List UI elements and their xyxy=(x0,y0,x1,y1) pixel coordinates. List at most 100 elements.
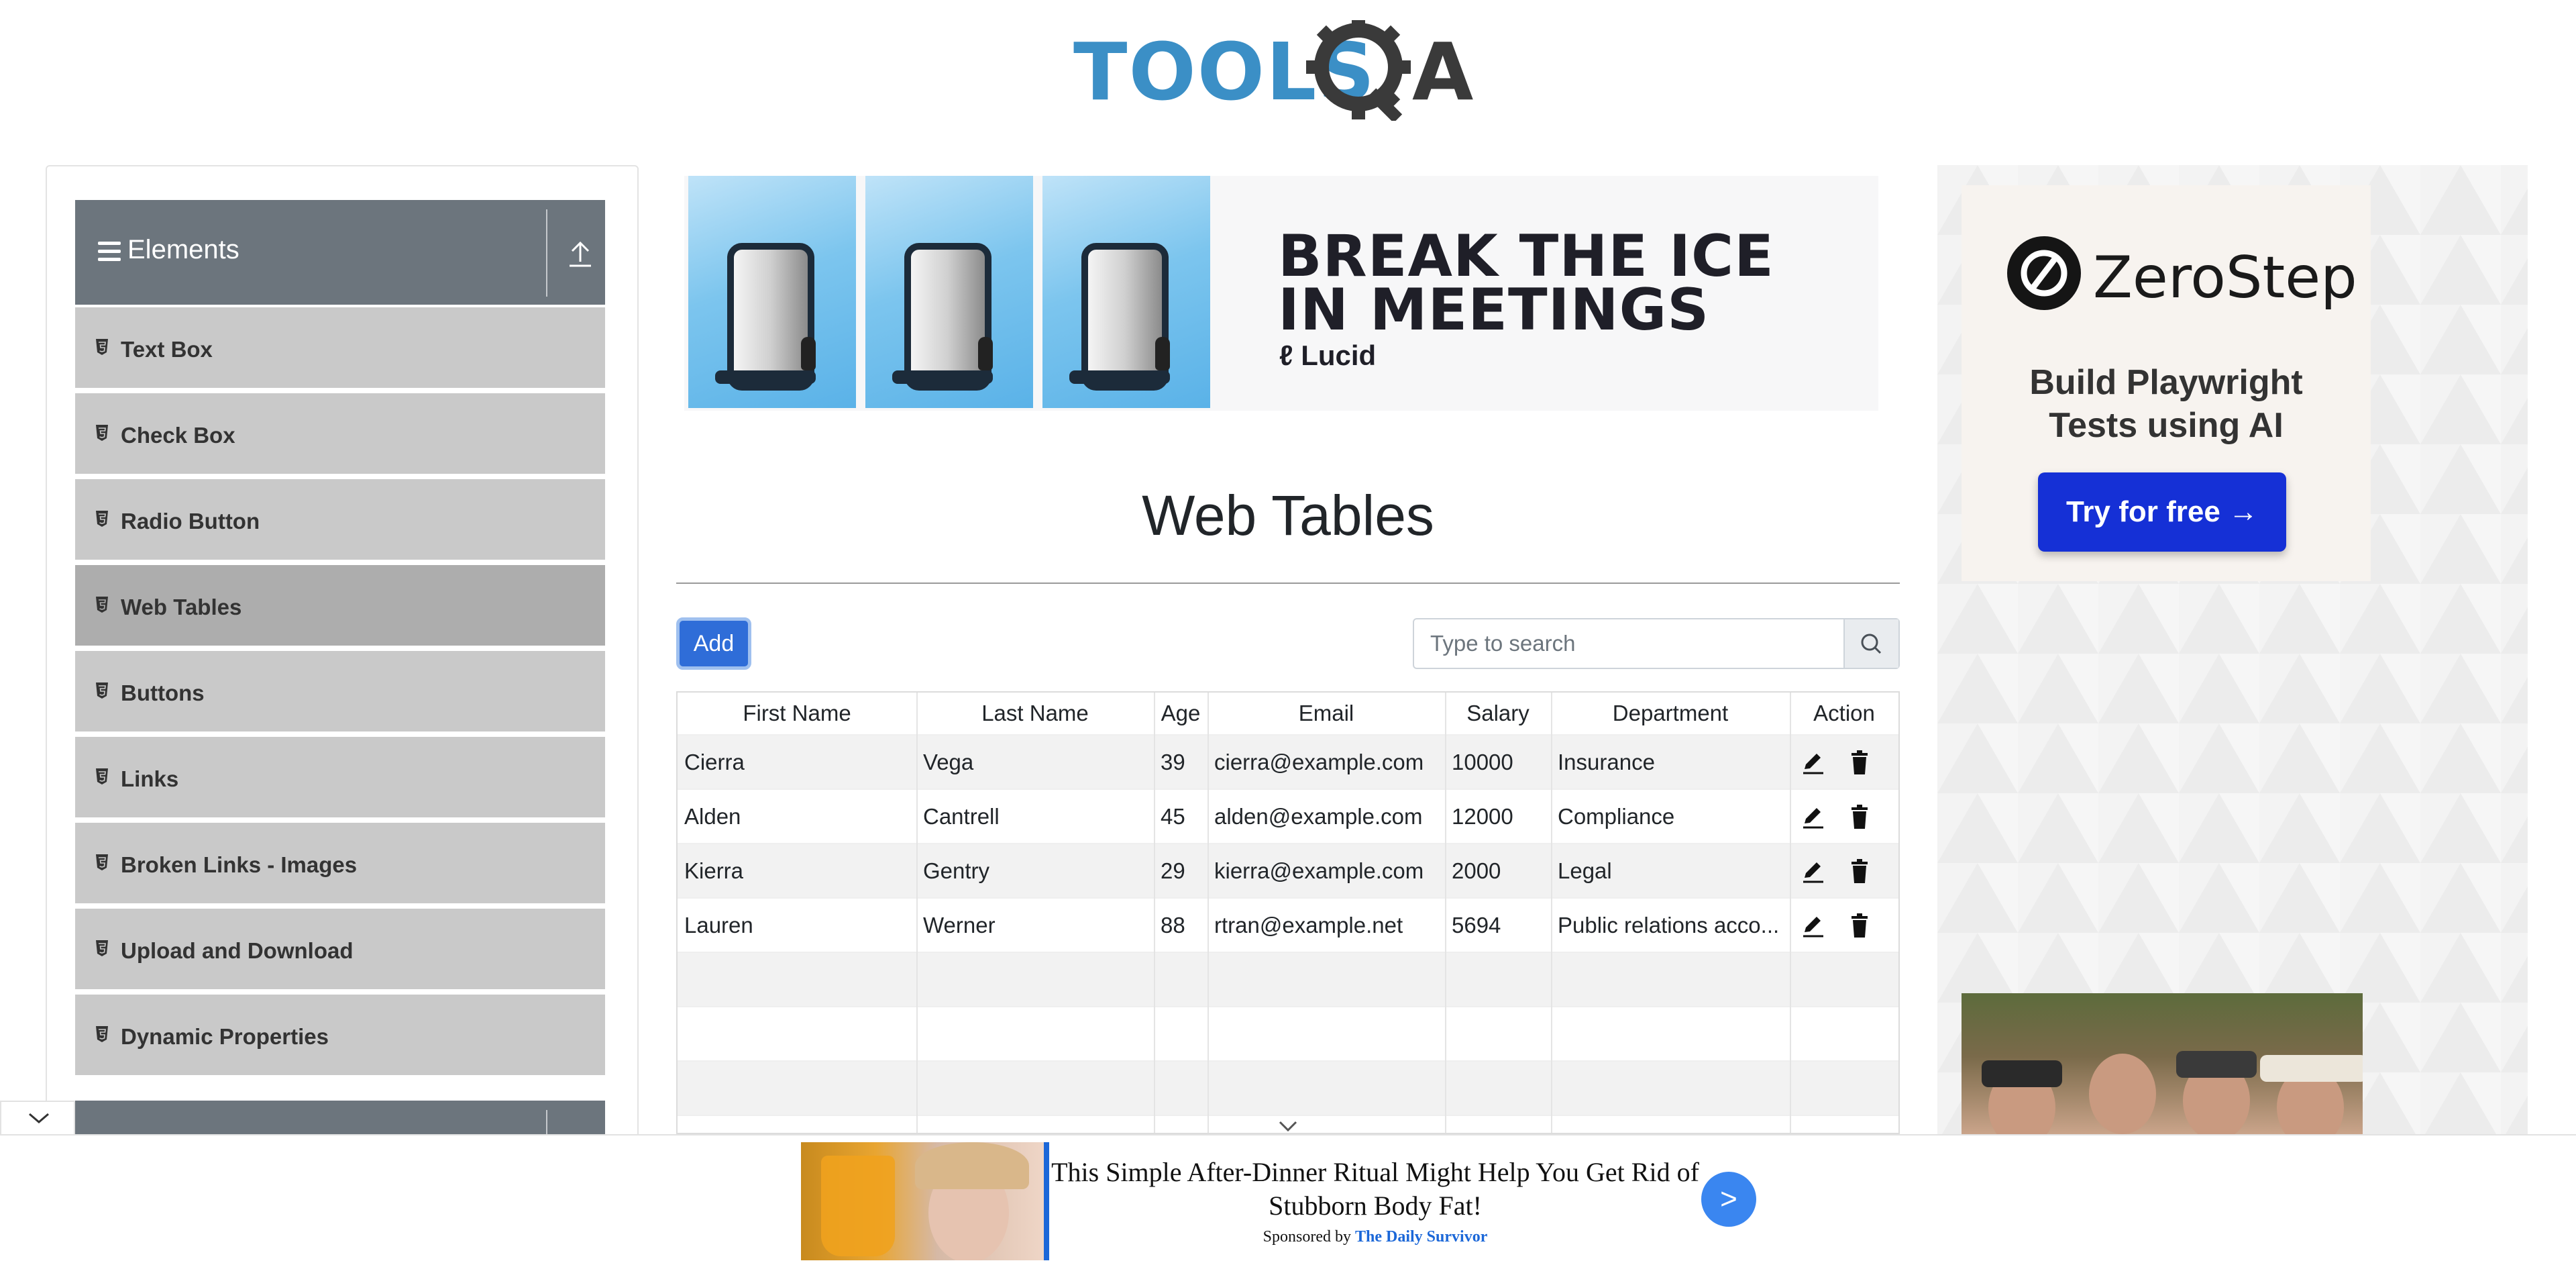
photo-ad[interactable] xyxy=(1962,993,2363,1134)
cell-department: Legal xyxy=(1558,858,1612,883)
zerostep-ad[interactable]: ZeroStep Build Playwright Tests using AI… xyxy=(1937,165,2528,1134)
sidebar-item-text-box[interactable]: Text Box xyxy=(75,305,605,388)
divider xyxy=(546,209,547,297)
cell-department: Insurance xyxy=(1558,750,1655,774)
column-header-first-name[interactable]: First Name xyxy=(678,693,916,734)
sidebar-item-label: Broken Links - Images xyxy=(121,852,358,877)
edit-icon[interactable] xyxy=(1799,912,1826,939)
ad-headline: BREAK THE ICE IN MEETINGS xyxy=(1278,223,1774,344)
delete-icon[interactable] xyxy=(1846,749,1873,776)
chevron-down-icon[interactable] xyxy=(1275,1118,1301,1134)
sidebar-item-label: Radio Button xyxy=(121,509,260,534)
try-for-free-button[interactable]: Try for free → xyxy=(2038,472,2286,552)
sidebar-item-dynamic-properties[interactable]: Dynamic Properties xyxy=(75,992,605,1075)
search-icon xyxy=(1861,634,1882,654)
sidebar-item-check-box[interactable]: Check Box xyxy=(75,391,605,474)
cell-age: 39 xyxy=(1161,750,1185,774)
ad-next-button[interactable]: > xyxy=(1701,1172,1756,1227)
delete-icon[interactable] xyxy=(1846,803,1873,830)
search-button[interactable] xyxy=(1843,619,1898,668)
table-row: Cierra Vega 39 cierra@example.com 10000 … xyxy=(678,734,1898,789)
column-divider xyxy=(1208,693,1209,1133)
cell-last-name: Cantrell xyxy=(923,804,1000,829)
sidebar-item-label: Text Box xyxy=(121,337,213,362)
cell-first-name: Cierra xyxy=(684,750,745,774)
sidebar-item-radio-button[interactable]: Radio Button xyxy=(75,476,605,560)
cell-department: Compliance xyxy=(1558,804,1675,829)
cell-salary: 2000 xyxy=(1452,858,1501,883)
search-input[interactable] xyxy=(1414,619,1843,668)
column-divider xyxy=(916,693,918,1133)
column-divider xyxy=(1790,693,1791,1133)
sidebar-item-web-tables[interactable]: Web Tables xyxy=(75,562,605,646)
sidebar-item-broken-links[interactable]: Broken Links - Images xyxy=(75,820,605,903)
bottom-ad-image xyxy=(801,1142,1049,1260)
column-header-salary[interactable]: Salary xyxy=(1445,693,1551,734)
cell-age: 29 xyxy=(1161,858,1185,883)
logo-qa-text: A xyxy=(1412,26,1473,118)
sidebar-item-links[interactable]: Links xyxy=(75,734,605,817)
zerostep-logo-icon xyxy=(2007,236,2081,310)
zerostep-brand: ZeroStep xyxy=(2093,244,2357,311)
divider xyxy=(676,583,1900,584)
delete-icon[interactable] xyxy=(1846,912,1873,939)
column-header-last-name[interactable]: Last Name xyxy=(916,693,1154,734)
column-divider xyxy=(1154,693,1155,1133)
column-header-email[interactable]: Email xyxy=(1208,693,1445,734)
sidebar-item-label: Links xyxy=(121,766,179,791)
html5-icon xyxy=(95,510,109,527)
column-header-department[interactable]: Department xyxy=(1551,693,1790,734)
html5-icon xyxy=(95,682,109,699)
cell-email: alden@example.com xyxy=(1214,804,1423,829)
edit-icon[interactable] xyxy=(1799,858,1826,885)
edit-icon[interactable] xyxy=(1799,749,1826,776)
ad-image-tile xyxy=(1042,176,1210,408)
sidebar-group-elements[interactable]: Elements xyxy=(75,200,605,306)
html5-icon xyxy=(95,854,109,871)
cell-last-name: Gentry xyxy=(923,858,990,883)
cell-last-name: Werner xyxy=(923,913,996,938)
table-row: Alden Cantrell 45 alden@example.com 1200… xyxy=(678,789,1898,843)
sidebar-item-upload-download[interactable]: Upload and Download xyxy=(75,906,605,989)
cell-first-name: Alden xyxy=(684,804,741,829)
sidebar-item-label: Web Tables xyxy=(121,595,242,619)
html5-icon xyxy=(95,424,109,442)
cell-salary: 10000 xyxy=(1452,750,1513,774)
ad-image-tile xyxy=(688,176,856,408)
table-row: Kierra Gentry 29 kierra@example.com 2000… xyxy=(678,843,1898,897)
toolsqa-logo[interactable]: TOOLS A xyxy=(1073,15,1509,123)
column-header-action[interactable]: Action xyxy=(1790,693,1898,734)
banner-ad[interactable]: BREAK THE ICE IN MEETINGS ℓ Lucid xyxy=(684,176,1878,411)
add-button[interactable]: Add xyxy=(676,617,751,670)
html5-icon xyxy=(95,768,109,785)
bottom-ad-title[interactable]: This Simple After-Dinner Ritual Might He… xyxy=(1033,1156,1717,1223)
cell-email: kierra@example.com xyxy=(1214,858,1424,883)
column-divider xyxy=(1551,693,1552,1133)
cell-first-name: Lauren xyxy=(684,913,753,938)
column-header-age[interactable]: Age xyxy=(1154,693,1208,734)
sidebar-item-label: Buttons xyxy=(121,680,205,705)
edit-icon[interactable] xyxy=(1799,803,1826,830)
delete-icon[interactable] xyxy=(1846,858,1873,885)
search-box xyxy=(1413,618,1900,669)
upload-arrow-icon[interactable] xyxy=(567,239,594,268)
sidebar-item-label: Dynamic Properties xyxy=(121,1024,329,1049)
cell-email: cierra@example.com xyxy=(1214,750,1424,774)
html5-icon xyxy=(95,940,109,957)
bottom-ad[interactable]: This Simple After-Dinner Ritual Might He… xyxy=(0,1135,2576,1263)
sidebar-group-title: Elements xyxy=(127,235,239,264)
cell-age: 45 xyxy=(1161,804,1185,829)
sidebar-item-label: Upload and Download xyxy=(121,938,354,963)
sponsor-link[interactable]: The Daily Survivor xyxy=(1355,1228,1487,1246)
sidebar-item-buttons[interactable]: Buttons xyxy=(75,648,605,731)
lucid-icon: ℓ xyxy=(1279,340,1301,371)
cell-email: rtran@example.net xyxy=(1214,913,1403,938)
zerostep-card[interactable]: ZeroStep Build Playwright Tests using AI… xyxy=(1962,185,2371,581)
cell-salary: 12000 xyxy=(1452,804,1513,829)
bottom-ad-sponsor: Sponsored by The Daily Survivor xyxy=(1263,1228,1488,1246)
sidebar-group-next[interactable] xyxy=(75,1101,605,1137)
collapse-ad-button[interactable] xyxy=(0,1101,75,1134)
html5-icon xyxy=(95,596,109,613)
web-table: First Name Last Name Age Email Salary De… xyxy=(676,691,1900,1134)
cell-department: Public relations acco... xyxy=(1558,913,1780,938)
